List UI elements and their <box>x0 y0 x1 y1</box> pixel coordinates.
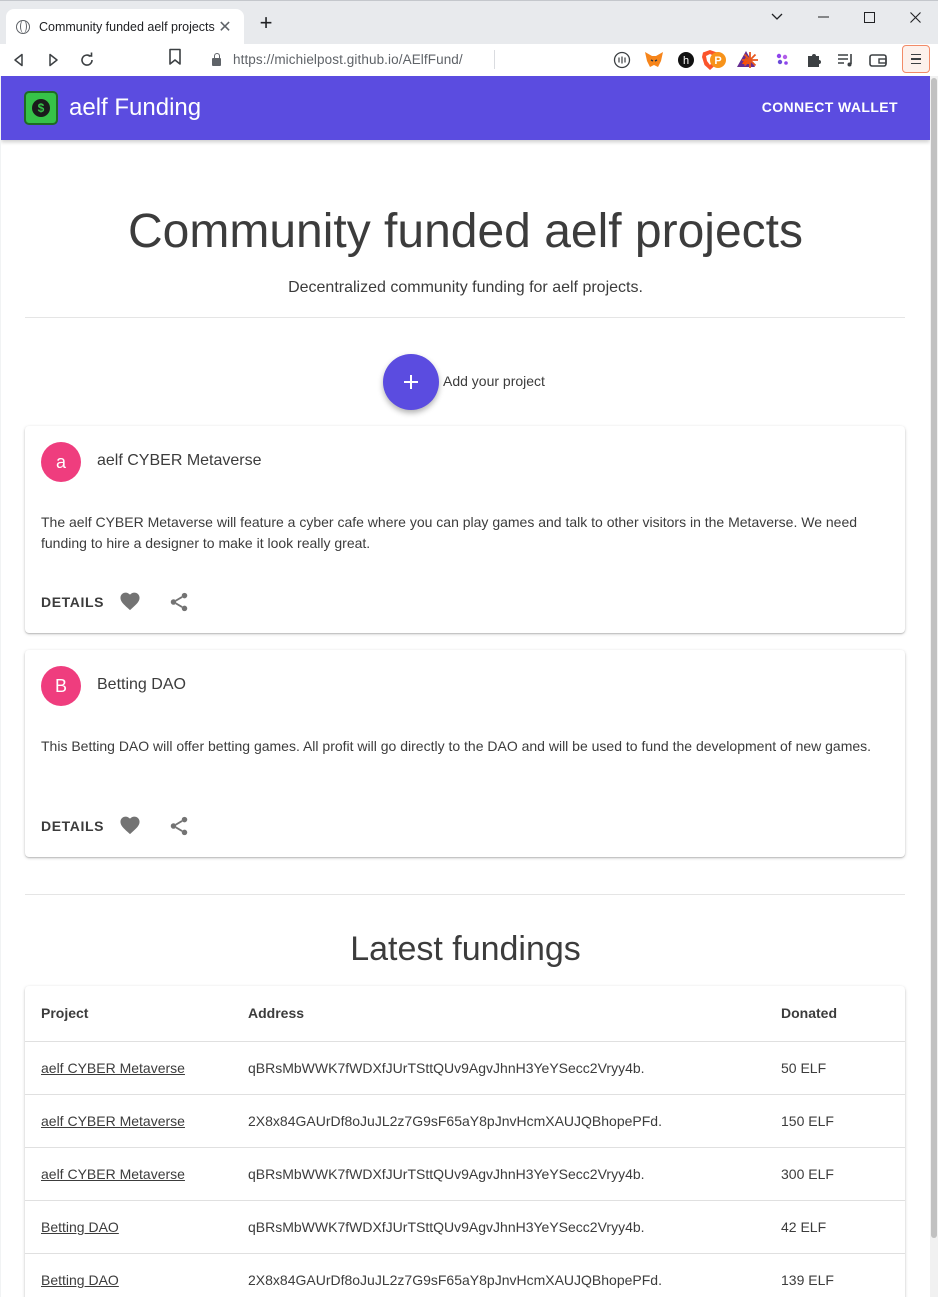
page-scrollbar[interactable] <box>930 76 938 1297</box>
close-window-icon[interactable] <box>892 1 938 33</box>
playlist-icon[interactable] <box>830 46 862 74</box>
reload-icon[interactable] <box>72 46 102 74</box>
scrollbar-thumb[interactable] <box>931 78 937 1238</box>
address-cell: 2X8x84GAUrDf8oJuJL2z7G9sF65aY8pJnvHcmXAU… <box>248 1272 662 1288</box>
browser-tabstrip: Community funded aelf projects ✕ + <box>0 0 938 45</box>
project-title: Betting DAO <box>97 676 186 693</box>
address-cell: qBRsMbWWK7fWDXfJUrTSttQUv9AgvJhnH3YeYSec… <box>248 1060 645 1076</box>
chevron-down-icon[interactable] <box>754 1 800 33</box>
globe-icon <box>16 20 30 34</box>
close-tab-icon[interactable]: ✕ <box>216 17 234 37</box>
url-separator <box>494 50 495 69</box>
table-row: aelf CYBER Metaverse 2X8x84GAUrDf8oJuJL2… <box>25 1095 905 1148</box>
project-link[interactable]: aelf CYBER Metaverse <box>41 1060 185 1076</box>
section-title: Latest fundings <box>350 930 581 968</box>
project-link[interactable]: Betting DAO <box>41 1272 119 1288</box>
project-card: a aelf CYBER Metaverse The aelf CYBER Me… <box>25 426 905 633</box>
forward-icon[interactable] <box>38 46 68 74</box>
divider <box>25 894 905 895</box>
project-link[interactable]: aelf CYBER Metaverse <box>41 1166 185 1182</box>
new-tab-button[interactable]: + <box>254 11 278 35</box>
table-row: Betting DAO 2X8x84GAUrDf8oJuJL2z7G9sF65a… <box>25 1254 905 1297</box>
heart-icon[interactable] <box>119 591 141 616</box>
details-button[interactable]: DETAILS <box>41 594 104 610</box>
url-text[interactable]: https://michielpost.github.io/AElfFund/ <box>233 52 463 67</box>
project-description: The aelf CYBER Metaverse will feature a … <box>41 514 858 551</box>
add-project-button[interactable] <box>383 354 439 410</box>
maximize-icon[interactable] <box>846 1 892 33</box>
pepe-icon[interactable]: P <box>702 46 734 74</box>
project-avatar: B <box>41 666 81 706</box>
window-controls <box>754 1 938 33</box>
menu-icon[interactable] <box>902 45 930 73</box>
project-avatar: a <box>41 442 81 482</box>
bookmark-icon[interactable] <box>168 48 182 71</box>
lock-icon[interactable] <box>212 52 221 66</box>
address-cell: qBRsMbWWK7fWDXfJUrTSttQUv9AgvJhnH3YeYSec… <box>248 1166 645 1182</box>
table-header: Project Address Donated <box>25 986 905 1042</box>
extensions-row: h P <box>606 44 894 76</box>
fundings-table: Project Address Donated aelf CYBER Metav… <box>25 986 905 1297</box>
details-button[interactable]: DETAILS <box>41 818 104 834</box>
page-title: Community funded aelf projects <box>128 205 803 258</box>
project-link[interactable]: aelf CYBER Metaverse <box>41 1113 185 1129</box>
table-row: aelf CYBER Metaverse qBRsMbWWK7fWDXfJUrT… <box>25 1042 905 1095</box>
readaloud-icon[interactable] <box>606 46 638 74</box>
project-description: This Betting DAO will offer betting game… <box>41 738 872 754</box>
page-subtitle: Decentralized community funding for aelf… <box>288 279 643 296</box>
sparkle-icon[interactable] <box>734 46 766 74</box>
column-header-address: Address <box>248 1005 305 1021</box>
page-viewport: aelf Funding CONNECT WALLET Community fu… <box>1 76 930 1297</box>
divider <box>25 317 905 318</box>
add-project-label: Add your project <box>443 373 545 389</box>
svg-text:h: h <box>683 55 689 67</box>
donated-cell: 50 ELF <box>781 1060 827 1076</box>
hive-icon[interactable]: h <box>670 46 702 74</box>
share-icon[interactable] <box>168 815 190 842</box>
browser-tab[interactable]: Community funded aelf projects ✕ <box>6 9 244 45</box>
project-link[interactable]: Betting DAO <box>41 1219 119 1235</box>
metamask-icon[interactable] <box>638 46 670 74</box>
puzzle-icon[interactable] <box>798 46 830 74</box>
donated-cell: 300 ELF <box>781 1166 834 1182</box>
table-row: Betting DAO qBRsMbWWK7fWDXfJUrTSttQUv9Ag… <box>25 1201 905 1254</box>
address-cell: qBRsMbWWK7fWDXfJUrTSttQUv9AgvJhnH3YeYSec… <box>248 1219 645 1235</box>
svg-text:P: P <box>714 55 721 67</box>
app-bar: aelf Funding CONNECT WALLET <box>1 76 930 140</box>
logo-icon[interactable] <box>24 91 58 125</box>
address-bar[interactable]: https://michielpost.github.io/AElfFund/ <box>200 46 755 73</box>
back-icon[interactable] <box>4 46 34 74</box>
tab-title: Community funded aelf projects <box>39 20 215 34</box>
donated-cell: 150 ELF <box>781 1113 834 1129</box>
brand-title[interactable]: aelf Funding <box>69 94 201 122</box>
address-cell: 2X8x84GAUrDf8oJuJL2z7G9sF65aY8pJnvHcmXAU… <box>248 1113 662 1129</box>
share-icon[interactable] <box>168 591 190 618</box>
wallet-icon[interactable] <box>862 46 894 74</box>
browser-toolbar: https://michielpost.github.io/AElfFund/ … <box>0 44 938 76</box>
connect-wallet-button[interactable]: CONNECT WALLET <box>762 99 898 115</box>
project-card: B Betting DAO This Betting DAO will offe… <box>25 650 905 857</box>
donated-cell: 139 ELF <box>781 1272 834 1288</box>
column-header-project: Project <box>41 1005 89 1021</box>
minimize-icon[interactable] <box>800 1 846 33</box>
project-title: aelf CYBER Metaverse <box>97 452 262 469</box>
heart-icon[interactable] <box>119 815 141 840</box>
donated-cell: 42 ELF <box>781 1219 827 1235</box>
dots-icon[interactable] <box>766 46 798 74</box>
table-row: aelf CYBER Metaverse qBRsMbWWK7fWDXfJUrT… <box>25 1148 905 1201</box>
column-header-donated: Donated <box>781 1005 837 1021</box>
